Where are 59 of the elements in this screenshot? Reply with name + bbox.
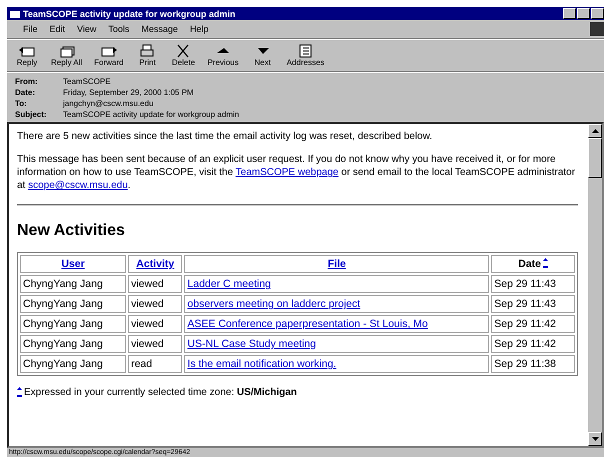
table-cell: Sep 29 11:43 [494,298,556,310]
minimize-button[interactable] [563,8,576,19]
toolbar-button[interactable]: Delete [171,44,196,67]
header-label: From: [15,77,39,86]
close-button[interactable] [591,8,604,19]
footnote-mark-icon [17,386,22,398]
header-label: Subject: [15,110,48,119]
message-text: This message has been sent because of an explicit user request. If you do not know why you have received it, or for more information on how to use TeamSCOPE, visit the TeamSCOPE webpage or send email to the local TeamSCOPE administrator at scope@cscw.msu.edu. [17,153,576,192]
toolbar-button[interactable]: Forward [94,44,124,67]
menu-item[interactable]: View [71,24,102,34]
toolbar-button[interactable]: Print [135,44,160,67]
table-cell: ChyngYang Jang [23,358,103,370]
toolbar-button[interactable]: Previous [207,44,239,67]
sort-icon [543,258,548,268]
column-header: Date [518,258,541,270]
menu-item[interactable]: Help [184,24,214,34]
link[interactable]: scope@cscw.msu.edu [28,180,128,191]
toolbar-button[interactable]: Next [250,44,275,67]
document-link[interactable]: Ladder C meeting [187,278,271,290]
column-header-link[interactable]: File [328,258,346,270]
table-cell: Sep 29 11:38 [494,358,556,370]
header-value: Friday, September 29, 2000 1:05 PM [63,88,195,97]
header-value: jangchyn@cscw.msu.edu [63,99,154,108]
toolbar-button[interactable]: Reply All [51,44,82,67]
menu-item[interactable]: File [17,24,44,34]
window-title: TeamSCOPE activity update for workgroup admin [23,8,236,18]
table-cell: viewed [131,298,164,310]
table-cell: viewed [131,338,164,350]
printer-icon [138,44,156,58]
arrow-icon [592,437,598,441]
header-label: Date: [15,88,36,97]
table-cell: read [131,358,152,370]
table-cell: ChyngYang Jang [23,298,103,310]
table-cell: ChyngYang Jang [23,338,103,350]
arrow-icon [592,129,598,133]
column-header-link[interactable]: User [61,258,85,270]
link[interactable]: TeamSCOPE webpage [236,167,338,178]
message-text: There are 5 new activities since the last time the email activity log was reset, described below. [17,130,434,143]
toolbar-button[interactable]: Addresses [286,44,324,67]
menu-item[interactable]: Edit [44,24,72,34]
table-cell: Sep 29 11:42 [494,318,556,330]
menu-item[interactable]: Tools [102,24,136,34]
table-cell: Sep 29 11:43 [494,278,556,290]
scrollbar[interactable] [588,124,602,446]
menu-item[interactable]: Message [135,24,184,34]
maximize-button[interactable] [577,8,590,19]
table-cell: ChyngYang Jang [23,318,103,330]
section-heading: New Activities [17,222,126,240]
table-cell: viewed [131,318,164,330]
scrollbar-thumb[interactable] [588,138,602,178]
footnote-text: Expressed in your currently selected time zone: US/Michigan [24,386,297,398]
table-cell: ChyngYang Jang [23,278,103,290]
table-cell: Sep 29 11:42 [494,338,556,350]
header-label: To: [15,99,28,108]
table-cell: viewed [131,278,164,290]
logo-icon [590,22,604,36]
header-value: TeamSCOPE activity update for workgroup admin [63,110,240,119]
header-value: TeamSCOPE [63,77,112,86]
toolbar-button[interactable]: Reply [15,44,39,67]
